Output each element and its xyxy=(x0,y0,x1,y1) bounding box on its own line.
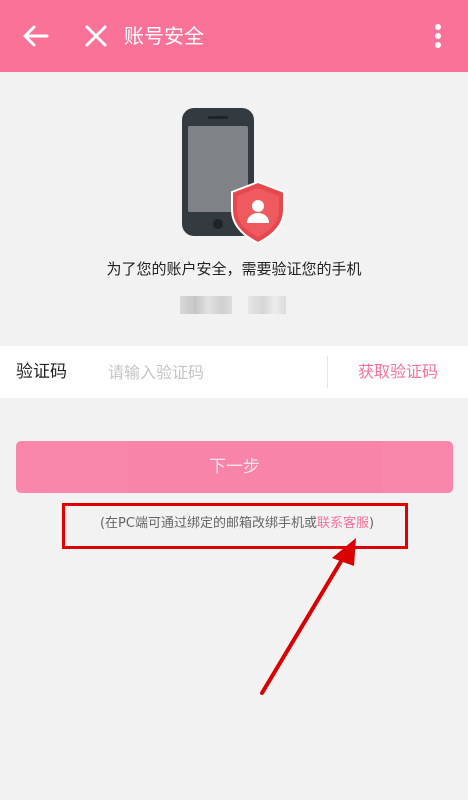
verification-code-row: 验证码 获取验证码 xyxy=(0,346,468,398)
masked-phone-number xyxy=(180,294,290,316)
arrow-left-icon[interactable] xyxy=(20,20,52,52)
phone-with-shield-user-icon xyxy=(182,108,285,245)
phone-mask-block xyxy=(180,296,232,314)
phone-mask-block xyxy=(248,296,286,314)
next-step-button[interactable]: 下一步 xyxy=(16,441,453,493)
verification-description: 为了您的账户安全，需要验证您的手机 xyxy=(106,260,362,278)
app-bar: 账号安全 xyxy=(0,0,468,72)
more-vertical-icon[interactable] xyxy=(428,20,448,52)
get-code-button[interactable]: 获取验证码 xyxy=(340,360,456,384)
page-title: 账号安全 xyxy=(124,24,204,48)
divider xyxy=(327,356,328,388)
hero-section xyxy=(0,100,468,250)
verification-code-input[interactable] xyxy=(108,358,318,386)
close-icon[interactable] xyxy=(82,22,110,50)
annotation-highlight-box xyxy=(62,503,408,549)
verification-code-label: 验证码 xyxy=(16,362,67,382)
